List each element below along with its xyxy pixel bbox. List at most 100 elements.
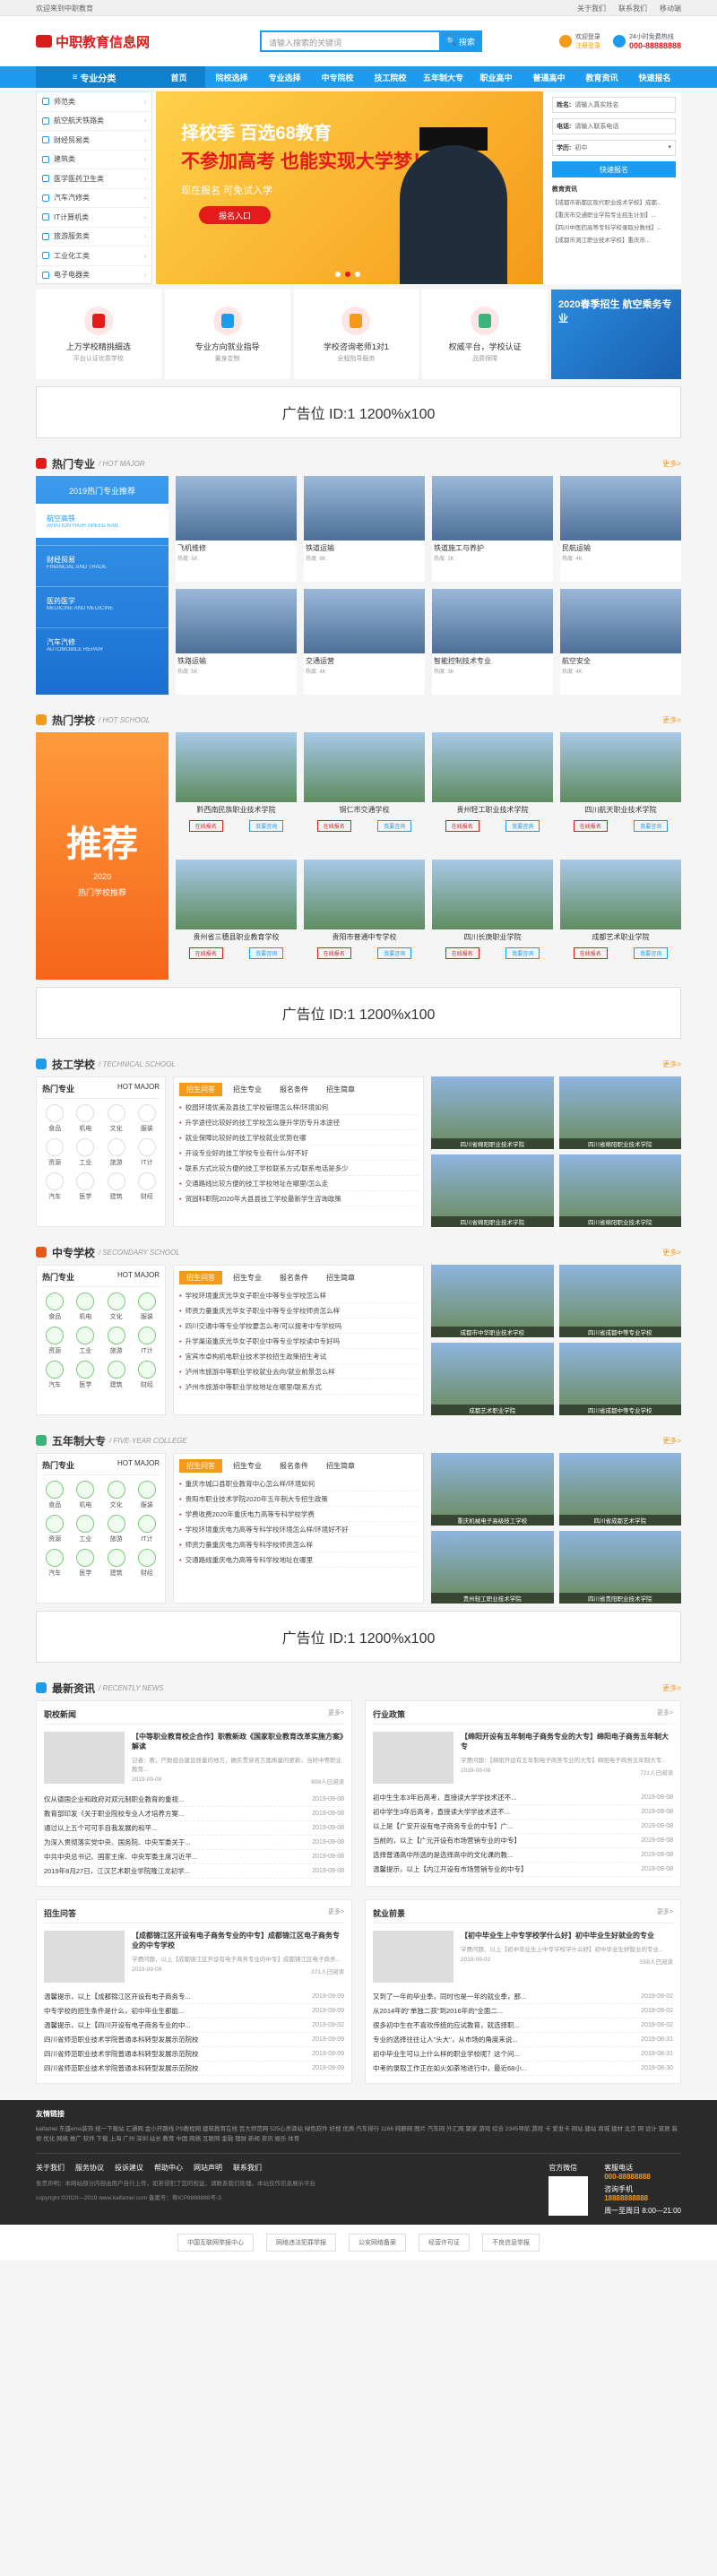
major-shortcut[interactable]: 文化 (104, 1292, 129, 1321)
news-item[interactable]: 选择普通高中所选的是选择高中的文化课的教... 2019-09-08 (373, 1848, 673, 1863)
category-item[interactable]: IT计算机类 › (37, 208, 151, 228)
qa-item[interactable]: 宜宾市卓构机电职业技术学校招生政策招生考试 (179, 1349, 418, 1364)
feature-card[interactable]: 权威平台，学校认证 品质保障 (422, 290, 548, 379)
major-shortcut[interactable]: 食品 (42, 1481, 67, 1509)
school-thumb[interactable]: 四川省成都艺术学院 (558, 1453, 681, 1526)
news-item[interactable]: 温馨提示，以上【成都锦江区开设有电子商务专... 2019-09-09 (44, 1990, 344, 2004)
major-shortcut[interactable]: 文化 (104, 1104, 129, 1133)
school-card[interactable]: 贵州轻工职业技术学院 在线报名 我要咨询 (432, 732, 553, 852)
major-shortcut[interactable]: 食品 (42, 1292, 67, 1321)
news-more-link[interactable]: 更多> (328, 1708, 344, 1720)
news-item[interactable]: 四川省师范职业技术学院普通本科转型发展示范院校 2019-09-09 (44, 2033, 344, 2047)
feature-card[interactable]: 上万学校精挑细选 平台认证优质学校 (36, 290, 161, 379)
major-shortcut[interactable]: 机电 (73, 1481, 98, 1509)
consult-button[interactable]: 我要咨询 (634, 820, 669, 832)
trust-badge[interactable]: 不良信息举报 (482, 2234, 540, 2252)
major-shortcut[interactable]: 医学 (73, 1549, 98, 1578)
school-thumb[interactable]: 四川省绵阳职业技术学院 (558, 1154, 681, 1227)
tab-2[interactable]: 报名条件 (272, 1459, 315, 1473)
feature-card[interactable]: 专业方向就业指导 量身定制 (164, 290, 290, 379)
trust-badge[interactable]: 公安网络备案 (349, 2234, 406, 2252)
school-thumb[interactable]: 四川省绵阳职业技术学院 (431, 1154, 554, 1227)
tab-0[interactable]: 招生问答 (179, 1083, 222, 1096)
consult-button[interactable]: 我要咨询 (634, 947, 669, 959)
news-item[interactable]: 通过以上五个可可手自我发展的和平... 2019-09-08 (44, 1821, 344, 1836)
qa-item[interactable]: 升学途径比较好的技工学校怎么提升学历专升本途径 (179, 1115, 418, 1130)
friend-links[interactable]: kaifamei 东盛ems装饰 统一下载站 汇通网 金小开路线 PS教程网 建… (36, 2124, 681, 2144)
school-thumb[interactable]: 四川省绵阳职业技术学院 (431, 1076, 554, 1149)
more-link[interactable]: 更多> (662, 459, 681, 469)
more-link[interactable]: 更多> (662, 1436, 681, 1446)
consult-button[interactable]: 我要咨询 (249, 820, 284, 832)
news-item[interactable]: 四川省师范职业技术学院普通本科转型发展示范院校 2019-09-09 (44, 2047, 344, 2062)
nav-item-vocational-high[interactable]: 职业高中 (470, 66, 523, 88)
news-item[interactable]: 专业的选择往往让人"头大"，从市场的角度来说... 2019-08-31 (373, 2033, 673, 2047)
major-card[interactable]: 铁道运输 热度: 8K (304, 476, 425, 582)
tab-2[interactable]: 报名条件 (272, 1271, 315, 1284)
major-shortcut[interactable]: IT计 (134, 1138, 160, 1167)
news-item[interactable]: 从2014年的"单独二孩"到2016年的"全面二... 2019-09-02 (373, 2004, 673, 2018)
hero-banner[interactable]: 择校季 百选68教育 不参加高考 也能实现大学梦！ 现在报名 可免试入学 报名入… (156, 91, 543, 284)
major-shortcut[interactable]: 旅游 (104, 1327, 129, 1355)
school-card[interactable]: 四川长庚职业学院 在线报名 我要咨询 (432, 860, 553, 980)
school-card[interactable]: 黔西南民族职业技术学院 在线报名 我要咨询 (176, 732, 297, 852)
major-category-item[interactable]: 航空高铁 AVIATION HIGH SPEED RAIL (36, 504, 168, 538)
promo-banner[interactable]: 2020春季招生 航空乘务专业 (551, 290, 681, 379)
apply-button[interactable]: 在线报名 (445, 820, 479, 832)
carousel-dot[interactable] (355, 272, 360, 277)
news-featured[interactable]: 【中等职业教育校企合作】职教新政《国家职业教育改革实施方案》解读 记者：教，产数组… (44, 1732, 344, 1785)
tab-2[interactable]: 报名条件 (272, 1083, 315, 1096)
consult-button[interactable]: 我要咨询 (249, 947, 284, 959)
tab-1[interactable]: 招生专业 (226, 1271, 269, 1284)
major-card[interactable]: 飞机维修 热度: 5K (176, 476, 297, 582)
news-item[interactable]: 四川省师范职业技术学院普通本科转型发展示范院校 2019-09-09 (44, 2062, 344, 2076)
school-thumb[interactable]: 四川省绵阳职业技术学院 (558, 1076, 681, 1149)
feature-card[interactable]: 学校咨询老师1对1 全程指导服务 (293, 290, 419, 379)
category-item[interactable]: 师范类 › (37, 92, 151, 112)
school-promo-panel[interactable]: 推荐 2020 热门学校推荐 (36, 732, 168, 980)
tab-3[interactable]: 招生简章 (319, 1271, 362, 1284)
category-item[interactable]: 医学医药卫生类 › (37, 169, 151, 189)
ad-banner[interactable]: 广告位 ID:1 1200%x100 (36, 1611, 681, 1663)
news-item[interactable]: 初中毕业生可以上什么样的职业学校呢？这个问... 2019-08-31 (373, 2047, 673, 2062)
qa-item[interactable]: 学校环境重庆光华女子职业中等专业学校怎么样 (179, 1288, 418, 1303)
qa-item[interactable]: 泸州市旅游中等职业学校就业去向/就业前景怎么样 (179, 1364, 418, 1379)
news-more-link[interactable]: 更多> (657, 1907, 673, 1919)
tab-1[interactable]: 招生专业 (226, 1083, 269, 1096)
about-link[interactable]: 关于我们 (577, 4, 606, 13)
qa-item[interactable]: 升学渠道重庆光华女子职业中等专业学校读中专好吗 (179, 1334, 418, 1349)
login-block[interactable]: 欢迎登录 注册登录 (558, 32, 600, 50)
form-news-item[interactable]: 【重庆市交通职业学院专业招生计划】... (552, 210, 676, 219)
qa-item[interactable]: 就业保障比较好的技工学校就业优势在哪 (179, 1130, 418, 1145)
school-thumb[interactable]: 贵州轻工职业技术学院 (431, 1531, 554, 1604)
submit-button[interactable]: 快速报名 (552, 161, 676, 177)
major-shortcut[interactable]: 资源 (42, 1138, 67, 1167)
news-item[interactable]: 当前的，以上【广元开设有市场营销专业的中专】 2019-09-08 (373, 1834, 673, 1848)
major-shortcut[interactable]: 工业 (73, 1327, 98, 1355)
apply-button[interactable]: 在线报名 (188, 947, 223, 959)
category-item[interactable]: 汽车汽修类 › (37, 189, 151, 208)
footer-menu-item[interactable]: 服务协议 (75, 2164, 104, 2172)
news-item[interactable]: 2019年8月27日，江汉艺术职业学院隆江龙初学... 2019-09-08 (44, 1864, 344, 1879)
more-link[interactable]: 更多> (662, 715, 681, 725)
major-shortcut[interactable]: 旅游 (104, 1515, 129, 1543)
trust-badge[interactable]: 网络违法犯罪举报 (266, 2234, 336, 2252)
nav-item-home[interactable]: 首页 (152, 66, 205, 88)
carousel-dots[interactable] (335, 272, 360, 277)
ad-banner[interactable]: 广告位 ID:1 1200%x100 (36, 386, 681, 438)
consult-button[interactable]: 我要咨询 (377, 820, 412, 832)
major-card[interactable]: 铁道施工与养护 热度: 2K (432, 476, 553, 582)
category-item[interactable]: 电子电器类 › (37, 266, 151, 285)
carousel-dot[interactable] (345, 272, 350, 277)
major-shortcut[interactable]: 旅游 (104, 1138, 129, 1167)
category-item[interactable]: 建筑类 › (37, 151, 151, 169)
major-shortcut[interactable]: 服装 (134, 1481, 160, 1509)
education-select[interactable]: 学历: 初中 ▾ (552, 140, 676, 156)
apply-button[interactable]: 在线报名 (316, 947, 351, 959)
qa-item[interactable]: 师资力量重庆光华女子职业中等专业学校师资怎么样 (179, 1303, 418, 1318)
apply-button[interactable]: 在线报名 (445, 947, 479, 959)
school-card[interactable]: 四川航天职业技术学院 在线报名 我要咨询 (560, 732, 681, 852)
major-category-item[interactable]: 医药医学 MEDICINE AND MEDICINE (36, 586, 168, 620)
qa-item[interactable]: 交通路线重庆电力高等专科学校地址在哪里 (179, 1552, 418, 1568)
major-shortcut[interactable]: 工业 (73, 1138, 98, 1167)
